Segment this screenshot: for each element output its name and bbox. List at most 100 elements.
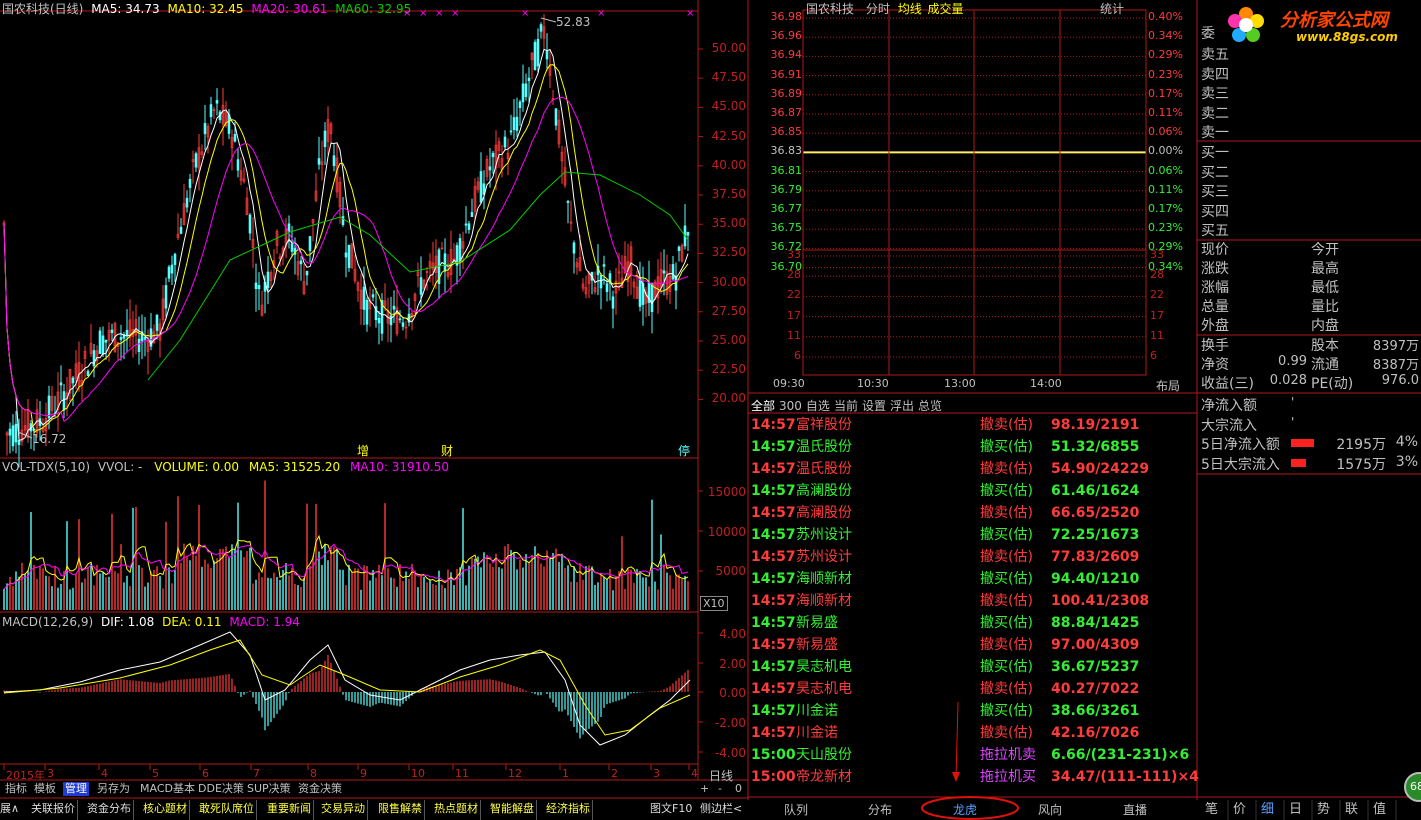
- filter-tab-5[interactable]: 浮出: [890, 399, 914, 413]
- monitor-stock-name[interactable]: 川金诺: [796, 722, 838, 744]
- bottom-tab-4[interactable]: 敢死队席位: [197, 800, 257, 820]
- middle-tab-4[interactable]: 直播: [1093, 801, 1177, 819]
- marker-zeng[interactable]: 增: [357, 442, 369, 459]
- sidebar-toggle[interactable]: 侧边栏<: [700, 800, 742, 820]
- filter-tab-0[interactable]: 全部: [751, 399, 775, 413]
- toolbar-2[interactable]: 管理: [63, 782, 89, 796]
- toolbar-4[interactable]: MACD基本: [138, 782, 197, 796]
- monitor-row[interactable]: 15:00 天山股份 拖拉机卖 6.66/(231-231)×6: [748, 744, 1197, 766]
- bottom-tab-2[interactable]: 资金分布: [85, 800, 134, 820]
- stat-button[interactable]: 统计: [1100, 0, 1124, 17]
- middle-tab-2[interactable]: 龙虎: [923, 801, 1007, 819]
- bottom-tab-7[interactable]: 限售解禁: [376, 800, 425, 820]
- middle-tab-1[interactable]: 分布: [838, 801, 922, 819]
- event-mark[interactable]: ×: [686, 8, 694, 19]
- filter-tab-1[interactable]: 300: [779, 399, 802, 413]
- marker-ting[interactable]: 停: [678, 442, 690, 459]
- toolbar-0[interactable]: 指标: [3, 782, 29, 796]
- filter-tab-2[interactable]: 自选: [806, 399, 830, 413]
- monitor-stock-name[interactable]: 海顺新材: [796, 590, 852, 612]
- monitor-stock-name[interactable]: 高澜股份: [796, 480, 852, 502]
- bottom-tab-0[interactable]: 展∧: [0, 800, 19, 820]
- monitor-row[interactable]: 14:57 新易盛 撤买(估) 88.84/1425: [748, 612, 1197, 634]
- monitor-row[interactable]: 14:57 新易盛 撤卖(估) 97.00/4309: [748, 634, 1197, 656]
- f10-button[interactable]: 图文F10: [650, 800, 692, 820]
- candle-body: [362, 286, 366, 310]
- bottom-tab-6[interactable]: 交易异动: [319, 800, 368, 820]
- right-tab-1[interactable]: 价: [1233, 801, 1246, 819]
- tab-fenshi[interactable]: 分时: [866, 2, 890, 16]
- bottom-tab-1[interactable]: 关联报价: [29, 800, 78, 820]
- monitor-stock-name[interactable]: 苏州设计: [796, 546, 852, 568]
- right-tab-3[interactable]: 日: [1289, 801, 1302, 819]
- candles: [2, 14, 690, 468]
- bottom-tab-10[interactable]: 经济指标: [544, 800, 593, 820]
- toolbar-6[interactable]: SUP决策: [245, 782, 293, 796]
- zoom-in-button[interactable]: +: [700, 782, 709, 795]
- tab-junxian[interactable]: 均线: [898, 2, 922, 16]
- monitor-row[interactable]: 14:57 富祥股份 撤卖(估) 98.19/2191: [748, 414, 1197, 436]
- right-tab-5[interactable]: 联: [1345, 801, 1358, 819]
- candle-body: [377, 317, 381, 324]
- layout-button[interactable]: 布局: [1156, 377, 1180, 394]
- monitor-row[interactable]: 14:57 海顺新材 撤买(估) 94.40/1210: [748, 568, 1197, 590]
- monitor-stock-name[interactable]: 海顺新材: [796, 568, 852, 590]
- filter-tab-4[interactable]: 设置: [862, 399, 886, 413]
- monitor-stock-name[interactable]: 昊志机电: [796, 678, 852, 700]
- monitor-stock-name[interactable]: 川金诺: [796, 700, 838, 722]
- marker-cai[interactable]: 财: [441, 442, 453, 459]
- monitor-row[interactable]: 14:57 昊志机电 撤卖(估) 40.27/7022: [748, 678, 1197, 700]
- zoom-out-button[interactable]: -: [718, 782, 722, 795]
- monitor-stock-name[interactable]: 新易盛: [796, 612, 838, 634]
- monitor-stock-name[interactable]: 天山股份: [796, 744, 852, 766]
- intraday-vol-tick-right: 11: [1150, 328, 1164, 342]
- bottom-tab-3[interactable]: 核心题材: [141, 800, 190, 820]
- monitor-row[interactable]: 14:57 温氏股份 撤买(估) 51.32/6855: [748, 436, 1197, 458]
- event-mark[interactable]: ×: [435, 8, 443, 19]
- right-tab-0[interactable]: 笔: [1205, 801, 1218, 819]
- candle-body: [602, 264, 606, 267]
- filter-tab-6[interactable]: 总览: [918, 399, 942, 413]
- middle-tab-3[interactable]: 风向: [1008, 801, 1092, 819]
- monitor-row[interactable]: 14:57 高澜股份 撤卖(估) 66.65/2520: [748, 502, 1197, 524]
- monitor-stock-name[interactable]: 苏州设计: [796, 524, 852, 546]
- monitor-stock-name[interactable]: 温氏股份: [796, 436, 852, 458]
- filter-tab-3[interactable]: 当前: [834, 399, 858, 413]
- monitor-stock-name[interactable]: 高澜股份: [796, 502, 852, 524]
- monitor-row[interactable]: 14:57 苏州设计 撤买(估) 72.25/1673: [748, 524, 1197, 546]
- right-tab-6[interactable]: 值: [1373, 801, 1386, 819]
- right-tab-2[interactable]: 细: [1261, 801, 1274, 819]
- monitor-row[interactable]: 15:00 帝龙新材 拖拉机买 34.47/(111-111)×4: [748, 766, 1199, 788]
- candle-body: [86, 370, 90, 376]
- event-mark[interactable]: ×: [403, 8, 411, 19]
- monitor-stock-name[interactable]: 新易盛: [796, 634, 838, 656]
- monitor-row[interactable]: 14:57 温氏股份 撤卖(估) 54.90/24229: [748, 458, 1197, 480]
- event-mark[interactable]: ×: [451, 8, 459, 19]
- monitor-stock-name[interactable]: 富祥股份: [796, 414, 852, 436]
- bottom-tab-9[interactable]: 智能解盘: [488, 800, 537, 820]
- bottom-tab-8[interactable]: 热点题材: [432, 800, 481, 820]
- monitor-row[interactable]: 14:57 川金诺 撤买(估) 38.66/3261: [748, 700, 1197, 722]
- toolbar-7[interactable]: 资金决策: [296, 782, 344, 796]
- toolbar-1[interactable]: 模板: [32, 782, 58, 796]
- toolbar-5[interactable]: DDE决策: [196, 782, 246, 796]
- monitor-row[interactable]: 14:57 昊志机电 撤买(估) 36.67/5237: [748, 656, 1197, 678]
- middle-tab-0[interactable]: 队列: [754, 801, 838, 819]
- bottom-tab-5[interactable]: 重要新闻: [265, 800, 314, 820]
- candle-body: [344, 252, 348, 258]
- monitor-stock-name[interactable]: 帝龙新材: [796, 766, 852, 788]
- right-tab-4[interactable]: 势: [1317, 801, 1330, 819]
- monitor-row[interactable]: 14:57 高澜股份 撤买(估) 61.46/1624: [748, 480, 1197, 502]
- event-mark[interactable]: ×: [597, 8, 605, 19]
- event-mark[interactable]: ×: [521, 8, 529, 19]
- monitor-stock-name[interactable]: 昊志机电: [796, 656, 852, 678]
- monitor-stock-name[interactable]: 温氏股份: [796, 458, 852, 480]
- zoom-reset-button[interactable]: 0: [735, 782, 742, 795]
- event-mark[interactable]: ×: [419, 8, 427, 19]
- tab-chengjiaoliang[interactable]: 成交量: [928, 2, 964, 16]
- stock-title[interactable]: 国农科技(日线): [2, 2, 83, 16]
- monitor-row[interactable]: 14:57 川金诺 撤卖(估) 42.16/7026: [748, 722, 1197, 744]
- monitor-row[interactable]: 14:57 苏州设计 撤卖(估) 77.83/2609: [748, 546, 1197, 568]
- toolbar-3[interactable]: 另存为: [95, 782, 132, 796]
- monitor-row[interactable]: 14:57 海顺新材 撤卖(估) 100.41/2308: [748, 590, 1197, 612]
